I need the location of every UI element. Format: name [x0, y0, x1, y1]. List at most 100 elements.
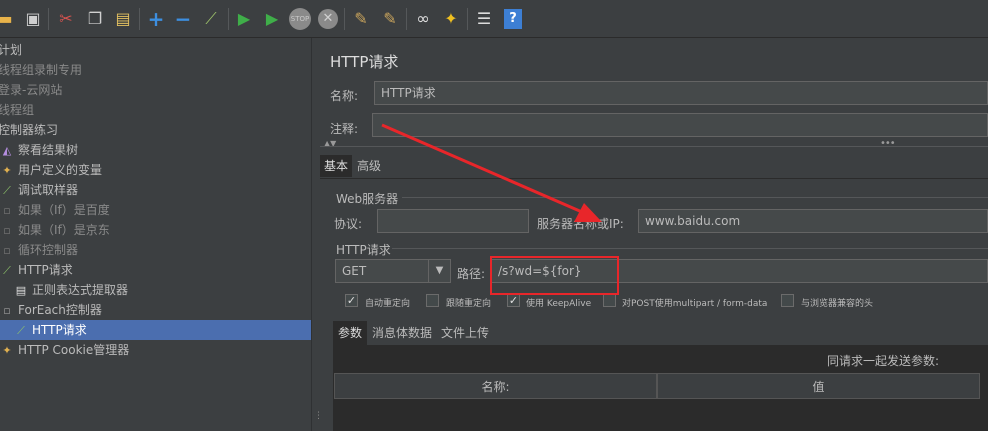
auto-redirect-label: 自动重定向 [365, 299, 411, 309]
tree-item-label: 线程组 [0, 103, 35, 117]
keepalive-checkbox[interactable]: ✓ [507, 294, 520, 307]
copy-icon[interactable]: ❐ [84, 8, 106, 30]
keepalive-label: 使用 KeepAlive [526, 299, 592, 309]
path-label: 路径: [457, 267, 486, 281]
tree-item[interactable]: 线程组 [0, 100, 309, 120]
multipart-label: 对POST使用multipart / form-data [622, 299, 768, 309]
tab-file-upload[interactable]: 文件上传 [437, 321, 493, 345]
test-plan-tree: 计划线程组录制专用 登录-云网站 线程组控制器练习 ◭ 察看结果树 ✦ 用户定义的变量 ⟋ 调试… [0, 38, 311, 431]
protocol-label: 协议: [334, 217, 363, 231]
tab-basic[interactable]: 基本 [320, 155, 353, 177]
tree-item[interactable]: ⟋ HTTP请求 [0, 320, 311, 340]
controller-icon: ▫ [3, 203, 11, 217]
clear-icon[interactable]: ✎ [350, 8, 372, 30]
server-label: 服务器名称或IP: [537, 217, 624, 231]
cut-icon[interactable]: ✂ [55, 8, 77, 30]
tree-item-label: 如果（If）是京东 [18, 223, 110, 237]
start-no-pause-icon[interactable]: ▶ [261, 8, 283, 30]
extractor-icon: ▤ [15, 283, 27, 297]
tree-item[interactable]: ▫ ForEach控制器 [0, 300, 311, 320]
paste-icon[interactable]: ▤ [112, 8, 134, 30]
tree-item-label: 用户定义的变量 [18, 163, 103, 177]
browser-headers-label: 与浏览器兼容的头 [801, 299, 874, 309]
table-header-name[interactable]: 名称: [334, 373, 657, 399]
tree-item[interactable]: ✦ HTTP Cookie管理器 [0, 340, 311, 360]
tree-item-label: ForEach控制器 [18, 303, 102, 317]
tree-item[interactable]: ▫ 循环控制器 [0, 240, 311, 260]
table-header-value[interactable]: 值 [657, 373, 980, 399]
tree-item-label: 循环控制器 [18, 243, 79, 257]
tree-item-label: 计划 [0, 43, 23, 57]
tree-item-label: 调试取样器 [18, 183, 79, 197]
tree-item[interactable]: 控制器练习 [0, 120, 309, 140]
protocol-input[interactable] [377, 209, 529, 233]
tab-parameters[interactable]: 参数 [333, 321, 368, 345]
pane-splitter[interactable] [311, 38, 320, 431]
tree-item-label: 登录-云网站 [0, 83, 63, 97]
sampler-icon: ⟋ [3, 183, 11, 197]
tree-item-label: HTTP请求 [32, 323, 87, 337]
tab-advanced[interactable]: 高级 [353, 155, 385, 177]
group-border [392, 248, 988, 249]
toolbar-separator [139, 8, 140, 30]
multipart-checkbox[interactable] [603, 294, 616, 307]
splitter-grip-icon[interactable]: ⋮ [314, 412, 323, 428]
http-request-group-label: HTTP请求 [336, 243, 391, 257]
comment-input[interactable] [372, 113, 988, 137]
tree-item[interactable]: ◭ 察看结果树 [0, 140, 311, 160]
browser-headers-checkbox[interactable] [781, 294, 794, 307]
toggle-icon[interactable]: ⟋ [200, 8, 222, 30]
open-icon[interactable]: ▬ [0, 8, 16, 30]
listener-icon: ◭ [2, 143, 12, 157]
search-icon[interactable]: ∞ [412, 8, 434, 30]
tree-item-label: 察看结果树 [18, 143, 79, 157]
tree-item[interactable]: ▫ 如果（If）是百度 [0, 200, 311, 220]
tree-item[interactable]: ▫ 如果（If）是京东 [0, 220, 311, 240]
toolbar-separator [228, 8, 229, 30]
web-server-group-label: Web服务器 [336, 192, 399, 206]
comment-label: 注释: [330, 122, 359, 136]
help-icon[interactable]: ? [502, 8, 524, 30]
follow-redirect-checkbox[interactable] [426, 294, 439, 307]
tab-underline [320, 178, 988, 179]
tree-item[interactable]: 登录-云网站 [0, 80, 309, 100]
tree-item[interactable]: ⟋ 调试取样器 [0, 180, 311, 200]
tree-item-label: HTTP请求 [18, 263, 73, 277]
toolbar-separator [467, 8, 468, 30]
tree-item-label: 线程组录制专用 [0, 63, 83, 77]
toolbar: ▬ ▣ ✂ ❐ ▤ + − ⟋ ▶ ▶ STOP ✕ ✎ ✎ ∞ ✦ ☰ ? [0, 0, 988, 38]
shutdown-icon[interactable]: ✕ [317, 8, 339, 30]
tree-item[interactable]: ⟋ HTTP请求 [0, 260, 311, 280]
stop-icon[interactable]: STOP [289, 8, 311, 30]
tree-item[interactable]: 线程组录制专用 [0, 60, 309, 80]
reset-search-icon[interactable]: ✦ [440, 8, 462, 30]
start-icon[interactable]: ▶ [233, 8, 255, 30]
tree-item[interactable]: ▤ 正则表达式提取器 [0, 280, 311, 300]
tree-item[interactable]: ✦ 用户定义的变量 [0, 160, 311, 180]
clear-all-icon[interactable]: ✎ [379, 8, 401, 30]
toolbar-separator [344, 8, 345, 30]
server-input[interactable]: www.baidu.com [638, 209, 988, 233]
tab-body-data[interactable]: 消息体数据 [368, 321, 436, 345]
tree-item-label: 控制器练习 [0, 123, 59, 137]
chevron-down-icon[interactable]: ▼ [428, 260, 450, 282]
name-input[interactable]: HTTP请求 [374, 81, 988, 105]
save-icon[interactable]: ▣ [22, 8, 44, 30]
divider-grip-icon[interactable]: ••• [880, 138, 896, 149]
sampler-icon: ⟋ [17, 323, 25, 337]
name-label: 名称: [330, 89, 359, 103]
collapse-icon[interactable]: − [172, 8, 194, 30]
method-select[interactable]: GET ▼ [335, 259, 451, 283]
expand-icon[interactable]: + [145, 8, 167, 30]
follow-redirect-label: 跟随重定向 [446, 299, 492, 309]
page-title: HTTP请求 [330, 53, 399, 71]
function-helper-icon[interactable]: ☰ [473, 8, 495, 30]
auto-redirect-checkbox[interactable]: ✓ [345, 294, 358, 307]
group-border [402, 197, 988, 198]
controller-icon: ▫ [3, 223, 11, 237]
controller-icon: ▫ [3, 303, 11, 317]
config-icon: ✦ [2, 163, 12, 177]
annotation-highlight-box [490, 256, 619, 295]
controller-icon: ▫ [3, 243, 11, 257]
tree-item[interactable]: 计划 [0, 40, 309, 60]
